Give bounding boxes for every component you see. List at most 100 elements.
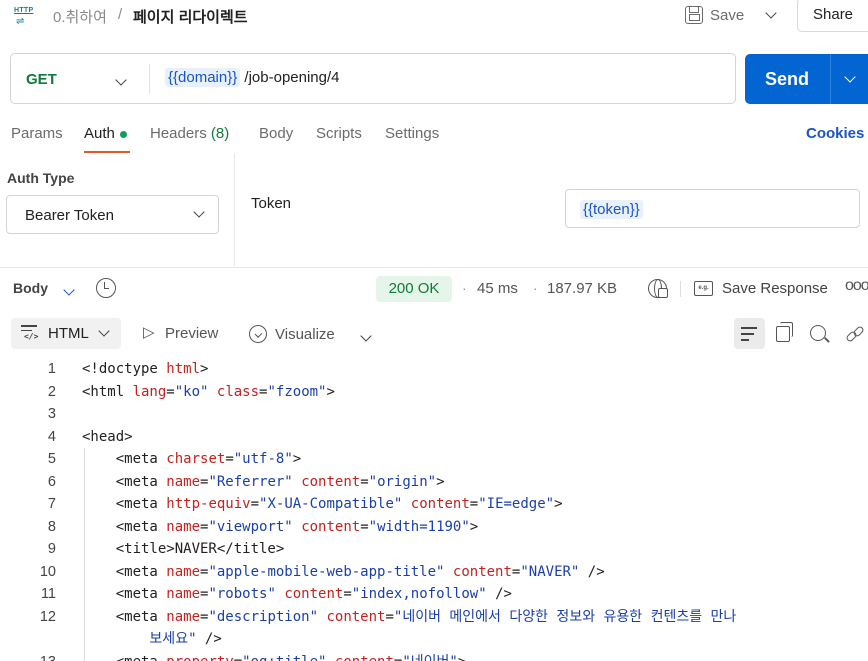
send-button[interactable]: Send: [745, 54, 830, 104]
wrap-lines-button[interactable]: [734, 318, 765, 349]
visualize-icon: [249, 325, 267, 343]
share-button[interactable]: Share: [797, 0, 868, 32]
more-options-icon[interactable]: ooo: [845, 277, 868, 295]
divider: [680, 281, 681, 297]
http-request-icon: HTTP ⇌: [14, 7, 34, 27]
code-token: class: [216, 383, 260, 400]
link-icon[interactable]: [845, 325, 865, 344]
copy-icon[interactable]: [776, 322, 793, 342]
save-response-icon: e.g.: [694, 281, 713, 296]
code-token: "apple-mobile-web-app-title": [208, 563, 445, 580]
tab-settings[interactable]: Settings: [385, 125, 439, 142]
code-token: =: [360, 518, 369, 535]
indent-guide: [84, 448, 85, 661]
response-code-viewer[interactable]: 1 <!doctype html> 2 <html lang="ko" class="…: [0, 358, 868, 661]
chevron-down-icon[interactable]: [360, 327, 372, 343]
code-content: <html lang="ko" class="fzoom">: [82, 381, 335, 404]
headers-count: (8): [210, 125, 230, 142]
auth-type-select[interactable]: Bearer Token: [6, 195, 219, 234]
breadcrumb-parent[interactable]: 0.취하여: [53, 6, 107, 27]
code-token: "네이버": [402, 654, 458, 661]
tab-body[interactable]: Body: [259, 125, 293, 142]
code-content: <meta name="description" content="네이버 메인…: [82, 606, 737, 629]
tab-scripts[interactable]: Scripts: [316, 125, 362, 142]
code-token: >: [436, 473, 445, 490]
history-icon[interactable]: [96, 278, 116, 298]
save-options-button[interactable]: [756, 0, 786, 30]
code-token: "width=1190": [368, 518, 470, 535]
auth-active-dot: [119, 130, 127, 138]
token-input[interactable]: {{token}}: [565, 189, 860, 228]
token-label: Token: [251, 195, 292, 212]
preview-button[interactable]: Preview: [143, 323, 218, 342]
code-line: 3: [0, 403, 868, 426]
tab-params[interactable]: Params: [11, 125, 63, 142]
code-token: content: [284, 586, 344, 602]
code-token: =: [166, 383, 175, 400]
visualize-button[interactable]: Visualize: [249, 325, 335, 343]
chevron-down-icon[interactable]: [63, 281, 75, 297]
code-token: "origin": [368, 473, 437, 490]
response-size[interactable]: 187.97 KB: [547, 280, 617, 297]
code-content: <meta name="apple-mobile-web-app-title" …: [82, 561, 605, 584]
chevron-down-icon: [765, 6, 777, 19]
code-line: 5 <meta charset="utf-8">: [0, 448, 868, 471]
code-token: =: [385, 608, 394, 625]
search-icon[interactable]: [810, 325, 826, 341]
code-token: <meta: [82, 451, 167, 467]
tab-auth[interactable]: Auth: [84, 125, 127, 142]
code-content: <!doctype html>: [82, 358, 208, 381]
divider: [234, 153, 235, 266]
code-token: =: [234, 654, 242, 661]
send-options-button[interactable]: [830, 54, 868, 104]
code-line: 13 <meta property="og:title" content="네이…: [0, 651, 868, 661]
code-token: html: [166, 361, 201, 377]
format-value: HTML: [48, 325, 89, 342]
code-token: >: [469, 518, 479, 535]
code-token: "robots": [208, 586, 276, 602]
code-line: 12 <meta name="description" content="네이버…: [0, 606, 868, 629]
code-token: <!doctype: [82, 361, 167, 377]
response-body-label[interactable]: Body: [13, 280, 48, 296]
url-input[interactable]: {{domain}} /job-opening/4: [165, 68, 340, 87]
code-token: "NAVER": [520, 563, 580, 580]
code-content: <meta http-equiv="X-UA-Compatible" conte…: [82, 493, 563, 516]
code-token: <meta: [82, 654, 166, 661]
code-content: <meta name="viewport" content="width=119…: [82, 516, 479, 539]
request-title[interactable]: 페이지 리다이렉트: [133, 6, 248, 27]
chevron-down-icon: [843, 71, 856, 83]
method-select[interactable]: GET: [26, 71, 57, 88]
chevron-down-icon: [193, 206, 205, 218]
save-button[interactable]: Save: [680, 0, 756, 30]
code-token: =: [360, 473, 369, 490]
request-tabs: Params Auth Headers (8) Body Scripts Set…: [0, 125, 868, 155]
code-token: >: [292, 451, 302, 467]
code-token: <head>: [82, 428, 133, 445]
code-content: 보세요" />: [82, 628, 221, 651]
code-line: 4 <head>: [0, 426, 868, 449]
code-token: "viewport": [208, 518, 293, 535]
network-globe-icon[interactable]: [648, 279, 668, 298]
code-token: content: [326, 608, 386, 625]
status-badge[interactable]: 200 OK: [376, 276, 452, 302]
code-token: "네이버 메인에서 다양한 정보와 유용한 컨텐츠를 만나: [393, 608, 737, 625]
cookies-link[interactable]: Cookies: [806, 125, 864, 142]
code-content: <meta property="og:title" content="네이버">: [82, 651, 467, 661]
response-bar: Body 200 OK · 45 ms · 187.97 KB e.g. Sav…: [0, 274, 868, 304]
code-line: 1 <!doctype html>: [0, 358, 868, 381]
format-select[interactable]: </> HTML: [11, 318, 121, 349]
tab-headers[interactable]: Headers (8): [150, 125, 229, 142]
save-response-button[interactable]: Save Response: [722, 280, 828, 297]
save-icon: [685, 6, 703, 24]
response-time[interactable]: 45 ms: [477, 280, 518, 297]
code-line: 9 <title>NAVER</title>: [0, 538, 868, 561]
code-format-icon: </>: [21, 325, 40, 342]
code-token: />: [486, 586, 512, 602]
chevron-down-icon[interactable]: [115, 71, 127, 87]
divider: [0, 267, 868, 268]
